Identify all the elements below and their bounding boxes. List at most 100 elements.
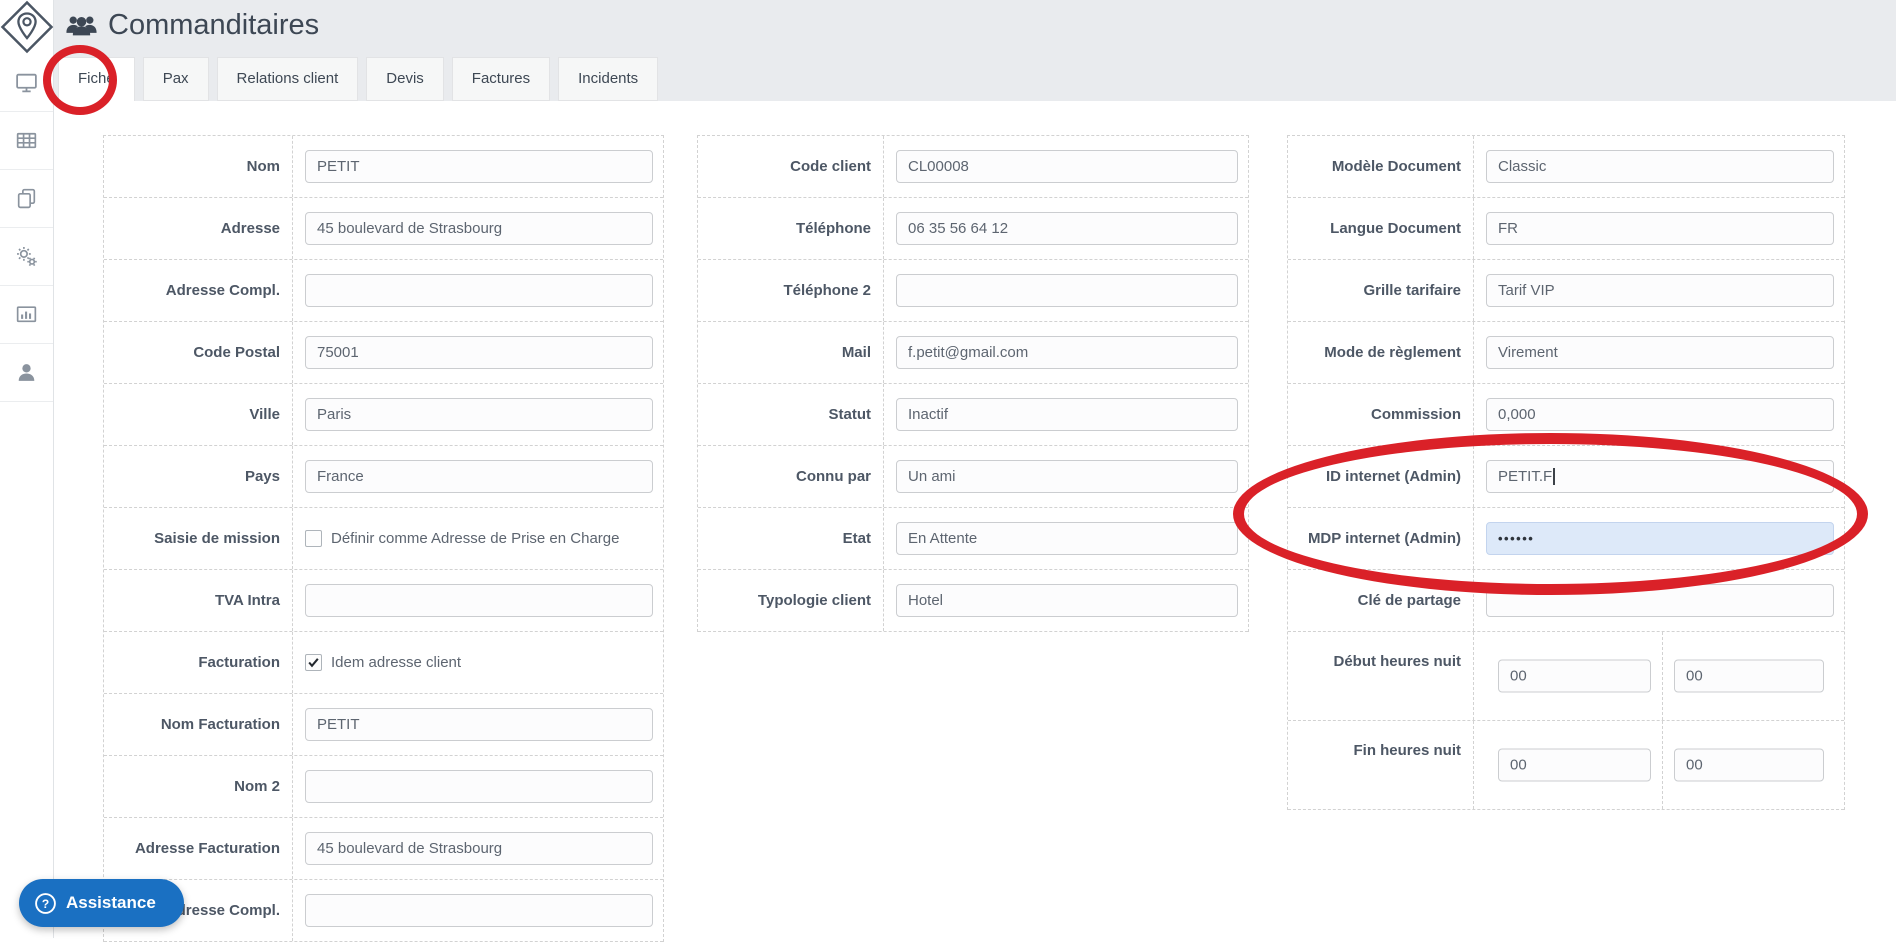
field-cell bbox=[1474, 136, 1844, 197]
sidebar-item-monitor[interactable] bbox=[0, 54, 53, 112]
field-cell bbox=[1474, 322, 1844, 383]
tab-pax[interactable]: Pax bbox=[142, 57, 209, 101]
form-row: Clé de partage bbox=[1288, 570, 1844, 632]
sidebar-item-gears[interactable] bbox=[0, 228, 53, 286]
input-connu-par[interactable] bbox=[896, 460, 1238, 493]
svg-text:?: ? bbox=[42, 896, 49, 910]
field-label-telephone-2: Téléphone 2 bbox=[698, 260, 884, 321]
input-adresse-compl[interactable] bbox=[305, 894, 653, 927]
sidebar-item-copy[interactable] bbox=[0, 170, 53, 228]
field-label-debut-heures-nuit: Début heures nuit bbox=[1288, 632, 1474, 720]
field-cell bbox=[884, 570, 1248, 631]
field-label-modele-document: Modèle Document bbox=[1288, 136, 1474, 197]
field-cell bbox=[1474, 632, 1844, 720]
form-row: Téléphone bbox=[698, 198, 1248, 260]
tab-relations-client[interactable]: Relations client bbox=[216, 57, 359, 101]
field-cell bbox=[1474, 508, 1844, 569]
input-modele-document[interactable] bbox=[1486, 150, 1834, 183]
input-mail[interactable] bbox=[896, 336, 1238, 369]
input-adresse-facturation[interactable] bbox=[305, 832, 653, 865]
app-logo-map-pin-icon[interactable] bbox=[0, 0, 54, 54]
input-debut-heures-nuit-1[interactable] bbox=[1498, 659, 1651, 693]
field-cell bbox=[1474, 260, 1844, 321]
field-label-ville: Ville bbox=[104, 384, 293, 445]
field-label-cle-de-partage: Clé de partage bbox=[1288, 570, 1474, 631]
field-label-mdp-internet-admin: MDP internet (Admin) bbox=[1288, 508, 1474, 569]
sidebar-item-table[interactable] bbox=[0, 112, 53, 170]
input-debut-heures-nuit-2[interactable] bbox=[1674, 659, 1824, 693]
input-commission[interactable] bbox=[1486, 398, 1834, 431]
input-nom-2[interactable] bbox=[305, 770, 653, 803]
tab-devis[interactable]: Devis bbox=[366, 57, 444, 101]
field-cell bbox=[293, 384, 663, 445]
field-cell bbox=[293, 260, 663, 321]
field-cell bbox=[293, 880, 663, 941]
sidebar-item-user[interactable] bbox=[0, 344, 53, 402]
field-cell bbox=[1474, 198, 1844, 259]
form-row: Nom Facturation bbox=[104, 694, 663, 756]
input-ville[interactable] bbox=[305, 398, 653, 431]
form-row: Adresse bbox=[104, 198, 663, 260]
field-label-mode-de-reglement: Mode de règlement bbox=[1288, 322, 1474, 383]
input-statut[interactable] bbox=[896, 398, 1238, 431]
form-row: Mail bbox=[698, 322, 1248, 384]
form-row: Statut bbox=[698, 384, 1248, 446]
tab-fiche[interactable]: Fiche bbox=[58, 57, 135, 101]
input-adresse[interactable] bbox=[305, 212, 653, 245]
field-cell bbox=[1474, 721, 1844, 809]
field-cell bbox=[293, 136, 663, 197]
input-nom[interactable] bbox=[305, 150, 653, 183]
assistance-button[interactable]: ? Assistance bbox=[19, 879, 184, 927]
field-label-grille-tarifaire: Grille tarifaire bbox=[1288, 260, 1474, 321]
field-cell bbox=[884, 260, 1248, 321]
field-label-facturation: Facturation bbox=[104, 632, 293, 693]
form-row: Facturation Idem adresse client bbox=[104, 632, 663, 694]
form-row: ID internet (Admin) PETIT.F bbox=[1288, 446, 1844, 508]
field-label-pays: Pays bbox=[104, 446, 293, 507]
field-cell: Idem adresse client bbox=[293, 632, 663, 693]
field-label-mail: Mail bbox=[698, 322, 884, 383]
input-tva-intra[interactable] bbox=[305, 584, 653, 617]
field-cell: PETIT.F bbox=[1474, 446, 1844, 507]
field-cell bbox=[1474, 570, 1844, 631]
tab-factures[interactable]: Factures bbox=[451, 57, 551, 101]
sidebar bbox=[0, 0, 54, 938]
field-cell bbox=[293, 694, 663, 755]
field-label-commission: Commission bbox=[1288, 384, 1474, 445]
input-grille-tarifaire[interactable] bbox=[1486, 274, 1834, 307]
input-pays[interactable] bbox=[305, 460, 653, 493]
checkbox-label: Idem adresse client bbox=[331, 654, 462, 671]
input-fin-heures-nuit-2[interactable] bbox=[1674, 748, 1824, 782]
field-label-etat: Etat bbox=[698, 508, 884, 569]
checkbox-facturation[interactable] bbox=[305, 654, 322, 671]
input-code-client[interactable] bbox=[896, 150, 1238, 183]
form-row: Grille tarifaire bbox=[1288, 260, 1844, 322]
input-id-internet-admin[interactable]: PETIT.F bbox=[1486, 460, 1834, 493]
input-langue-document[interactable] bbox=[1486, 212, 1834, 245]
input-cle-de-partage[interactable] bbox=[1486, 584, 1834, 617]
field-label-fin-heures-nuit: Fin heures nuit bbox=[1288, 721, 1474, 809]
input-code-postal[interactable] bbox=[305, 336, 653, 369]
form-row: MDP internet (Admin) bbox=[1288, 508, 1844, 570]
user-icon bbox=[14, 360, 39, 385]
field-label-tva-intra: TVA Intra bbox=[104, 570, 293, 631]
text-cursor bbox=[1553, 468, 1556, 485]
tab-bar: Fiche Pax Relations client Devis Factures Inc… bbox=[58, 57, 659, 101]
users-icon bbox=[66, 13, 97, 38]
input-etat[interactable] bbox=[896, 522, 1238, 555]
input-nom-facturation[interactable] bbox=[305, 708, 653, 741]
input-telephone-2[interactable] bbox=[896, 274, 1238, 307]
input-value: PETIT.F bbox=[1498, 468, 1553, 485]
checkbox-saisie-de-mission[interactable] bbox=[305, 530, 322, 547]
sidebar-item-bar-chart[interactable] bbox=[0, 286, 53, 344]
field-label-id-internet-admin: ID internet (Admin) bbox=[1288, 446, 1474, 507]
tab-incidents[interactable]: Incidents bbox=[558, 57, 659, 101]
input-typologie-client[interactable] bbox=[896, 584, 1238, 617]
input-mode-de-reglement[interactable] bbox=[1486, 336, 1834, 369]
input-adresse-compl[interactable] bbox=[305, 274, 653, 307]
input-fin-heures-nuit-1[interactable] bbox=[1498, 748, 1651, 782]
field-label-adresse: Adresse bbox=[104, 198, 293, 259]
input-mdp-internet-admin[interactable] bbox=[1486, 522, 1834, 555]
field-label-saisie-de-mission: Saisie de mission bbox=[104, 508, 293, 569]
input-telephone[interactable] bbox=[896, 212, 1238, 245]
